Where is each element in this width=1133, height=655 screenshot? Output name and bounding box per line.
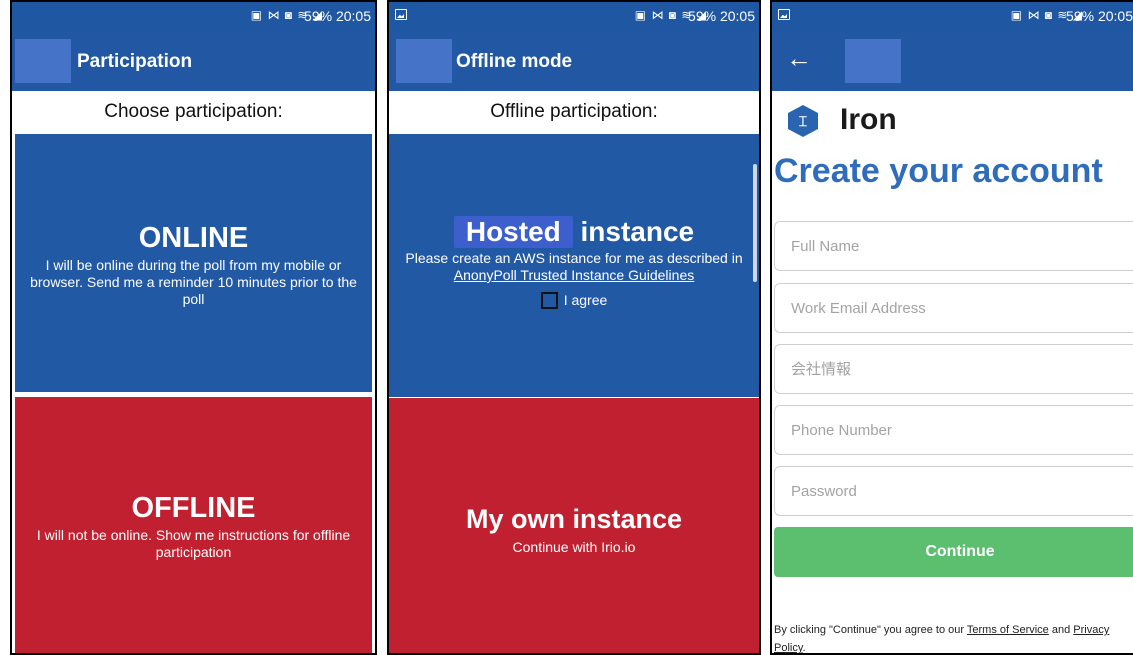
company-field[interactable] (774, 344, 1133, 394)
app-bar: ← (772, 31, 1133, 91)
online-description: I will be online during the poll from my… (30, 257, 357, 307)
create-account-heading: Create your account (774, 152, 1103, 190)
image-notification-icon (395, 9, 407, 20)
instance-word: instance (580, 216, 695, 247)
agree-row[interactable]: I agree (389, 292, 759, 309)
hosted-instance-title: Hosted instance (389, 216, 759, 248)
offline-participation-label: Offline participation: (490, 101, 658, 122)
full-name-field[interactable] (774, 221, 1133, 271)
page-title: Participation (77, 51, 193, 72)
password-field[interactable] (774, 466, 1133, 516)
arrow-left-icon[interactable]: ← (786, 43, 812, 74)
app-bar: Participation (12, 31, 375, 91)
offline-option-card[interactable]: OFFLINE I will not be online. Show me in… (15, 397, 372, 653)
legal-notice: By clicking "Continue" you agree to our … (774, 624, 1110, 654)
status-time: 59% 20:05 (1066, 8, 1133, 24)
choose-participation-label: Choose participation: (104, 101, 283, 122)
page-title: Offline mode (456, 51, 573, 72)
status-bar: ▣ ⋈ ◙ ≋ ◢ 59% 20:05 (389, 2, 759, 31)
phone-number-field[interactable] (774, 405, 1133, 455)
participation-screen: ▣ ⋈ ◙ ≋ ◢ 59% 20:05 Participation Choose… (10, 0, 377, 655)
online-option-card[interactable]: ONLINE I will be online during the poll … (15, 134, 372, 392)
hosted-instance-card[interactable]: Hosted instance Please create an AWS ins… (389, 134, 759, 397)
offline-title: OFFLINE (131, 492, 256, 524)
terms-of-service-link[interactable]: Terms of Service (967, 624, 1049, 636)
status-time: 59% 20:05 (688, 8, 755, 24)
create-account-screen: ▣ ⋈ ◙ ≋ ◢ 59% 20:05 ← ⌶ Iron Create your… (770, 0, 1133, 655)
status-bar: ▣ ⋈ ◙ ≋ ◢ 59% 20:05 (12, 2, 375, 31)
scroll-indicator[interactable] (753, 164, 757, 282)
agree-label: I agree (563, 292, 608, 308)
offline-mode-screen: ▣ ⋈ ◙ ≋ ◢ 59% 20:05 Offline mode Offline… (387, 0, 761, 655)
image-notification-icon (778, 9, 790, 20)
hosted-highlight: Hosted (453, 216, 573, 248)
own-instance-title: My own instance (465, 504, 683, 534)
hosted-description: Please create an AWS instance for me as … (405, 250, 743, 283)
work-email-field[interactable] (774, 283, 1133, 333)
avatar (396, 39, 452, 83)
continue-button[interactable]: Continue (774, 527, 1133, 577)
brand-name: Iron (840, 103, 897, 136)
status-bar: ▣ ⋈ ◙ ≋ ◢ 59% 20:05 (772, 2, 1133, 31)
avatar (15, 39, 71, 83)
status-time: 59% 20:05 (304, 8, 371, 24)
iron-logo-icon: ⌶ (788, 105, 818, 137)
offline-description: I will not be online. Show me instructio… (36, 527, 351, 560)
guidelines-link[interactable]: AnonyPoll Trusted Instance Guidelines (454, 267, 694, 283)
avatar (845, 39, 901, 83)
agree-checkbox[interactable] (540, 292, 558, 309)
online-title: ONLINE (138, 222, 249, 254)
own-instance-card[interactable]: My own instance Continue with Irio.io (389, 398, 759, 653)
app-bar: Offline mode (389, 31, 759, 91)
own-instance-subtitle: Continue with Irio.io (512, 539, 636, 555)
